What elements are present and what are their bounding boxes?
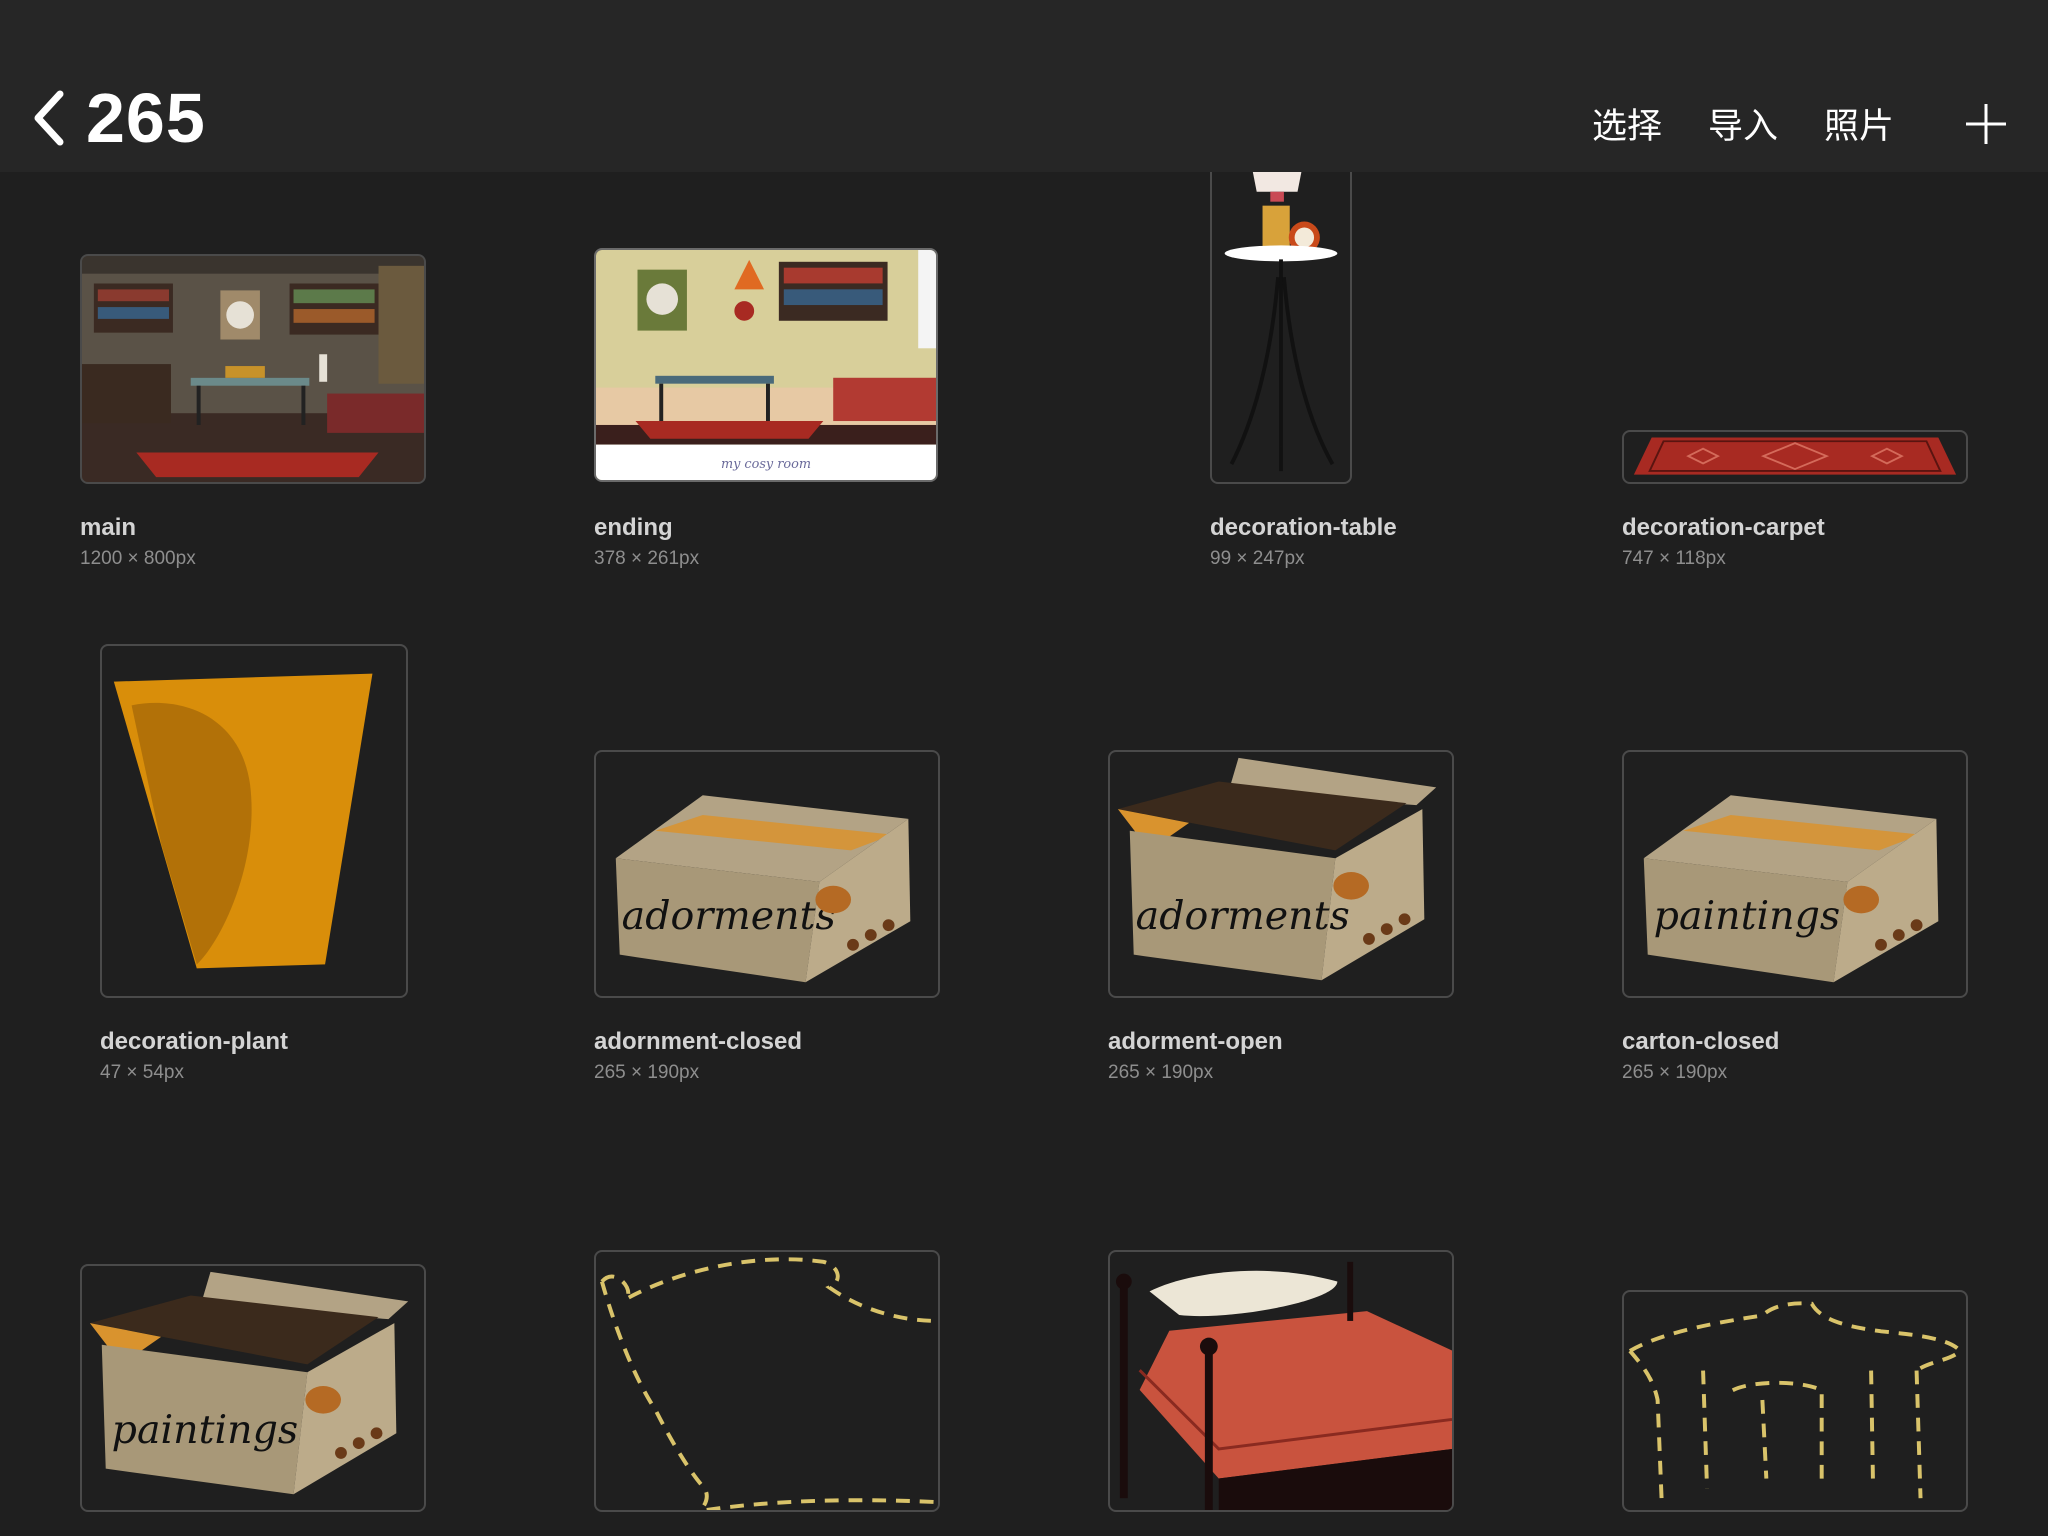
asset-dimensions: 265 × 190px (1108, 1062, 1214, 1083)
asset-dimensions: 265 × 190px (1622, 1062, 1728, 1083)
asset-thumbnail-carton-open[interactable]: paintings (80, 1264, 426, 1512)
asset-name: decoration-plant (100, 1028, 289, 1055)
asset-dimensions: 747 × 118px (1622, 548, 1726, 569)
box-label: adorments (622, 893, 836, 939)
ending-scene-image: my cosy room (596, 250, 936, 480)
dashed-outline-image (600, 1257, 938, 1510)
open-carton-image: paintings (89, 1271, 409, 1495)
box-label: paintings (1654, 893, 1841, 939)
dashed-desk-outline-image (1628, 1301, 1963, 1499)
asset-thumbnail-carton-closed[interactable]: paintings (1622, 750, 1968, 998)
asset-thumbnail-decoration-carpet[interactable] (1622, 430, 1968, 484)
asset-thumbnail-adornment-closed[interactable]: adorments (594, 750, 940, 998)
back-button[interactable]: 265 (30, 78, 206, 158)
ending-caption: my cosy room (721, 457, 811, 472)
box-label: adorments (1136, 893, 1350, 939)
box-label: paintings (112, 1407, 299, 1453)
carpet-image (1633, 437, 1957, 475)
asset-name: main (80, 514, 137, 541)
open-box-image: adorments (1117, 757, 1437, 981)
asset-dimensions: 265 × 190px (594, 1062, 700, 1083)
asset-thumbnail-bed[interactable] (1108, 1250, 1454, 1512)
import-button[interactable]: 导入 (1708, 98, 1778, 149)
asset-thumbnail-ending[interactable]: my cosy room (594, 248, 938, 482)
asset-name: ending (594, 514, 673, 541)
bed-image (1115, 1261, 1452, 1510)
asset-dimensions: 1200 × 800px (80, 548, 196, 569)
plant-pot-image (113, 673, 373, 969)
asset-name: carton-closed (1622, 1028, 1780, 1055)
page-title: 265 (86, 79, 206, 157)
asset-name: decoration-table (1210, 514, 1397, 541)
asset-dimensions: 378 × 261px (594, 548, 700, 569)
room-scene-image (82, 256, 424, 482)
asset-thumbnail-decoration-plant[interactable] (100, 644, 408, 998)
asset-thumbnail-decoration-table[interactable] (1210, 148, 1352, 484)
header-actions: 选择 导入 照片 (1546, 98, 2008, 149)
plus-icon[interactable] (1964, 102, 2008, 146)
asset-name: adornment-closed (594, 1028, 803, 1055)
asset-thumbnail-adorment-open[interactable]: adorments (1108, 750, 1454, 998)
asset-thumbnail-outline-desk[interactable] (1622, 1290, 1968, 1512)
asset-name: decoration-carpet (1622, 514, 1825, 541)
asset-thumbnail-outline-sofa[interactable] (594, 1250, 940, 1512)
asset-dimensions: 47 × 54px (100, 1062, 184, 1083)
select-button[interactable]: 选择 (1592, 98, 1662, 149)
side-table-image (1224, 171, 1338, 472)
asset-thumbnail-main[interactable] (80, 254, 426, 484)
asset-dimensions: 99 × 247px (1210, 548, 1305, 569)
closed-box-image: adorments (615, 795, 911, 983)
top-bar: 265 选择 导入 照片 (0, 0, 2048, 172)
photos-button[interactable]: 照片 (1824, 98, 1894, 149)
closed-carton-image: paintings (1643, 795, 1939, 983)
asset-name: adorment-open (1108, 1028, 1283, 1055)
chevron-left-icon (34, 90, 64, 146)
